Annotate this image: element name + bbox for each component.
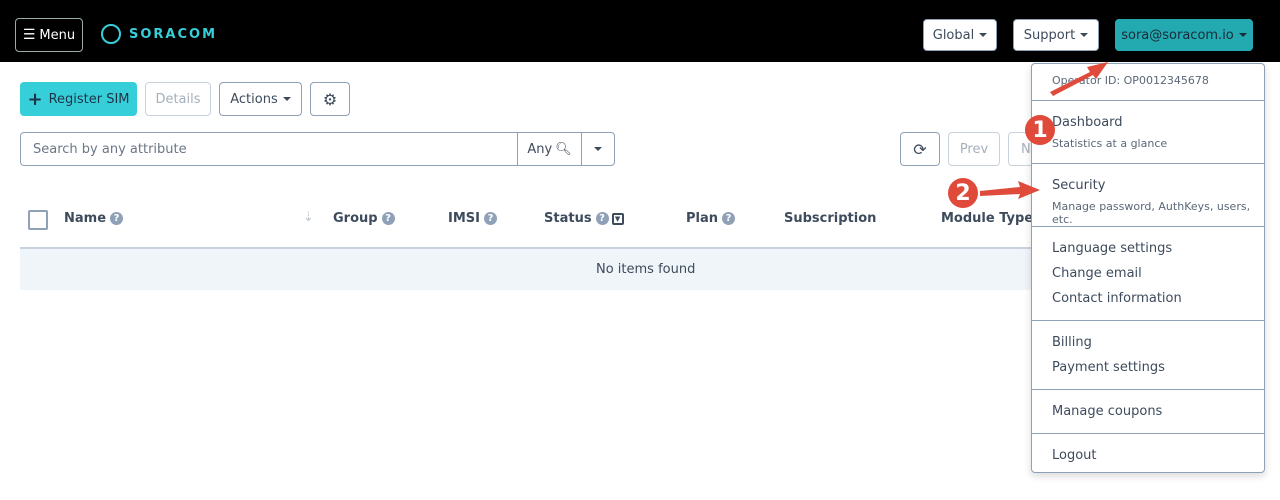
arrow-2: [980, 181, 1040, 199]
annotation-badge-2: 2: [948, 178, 978, 208]
arrow-1: [1050, 62, 1108, 96]
annotation-arrows: [980, 62, 1108, 199]
annotation-badge-1: 1: [1025, 115, 1055, 145]
